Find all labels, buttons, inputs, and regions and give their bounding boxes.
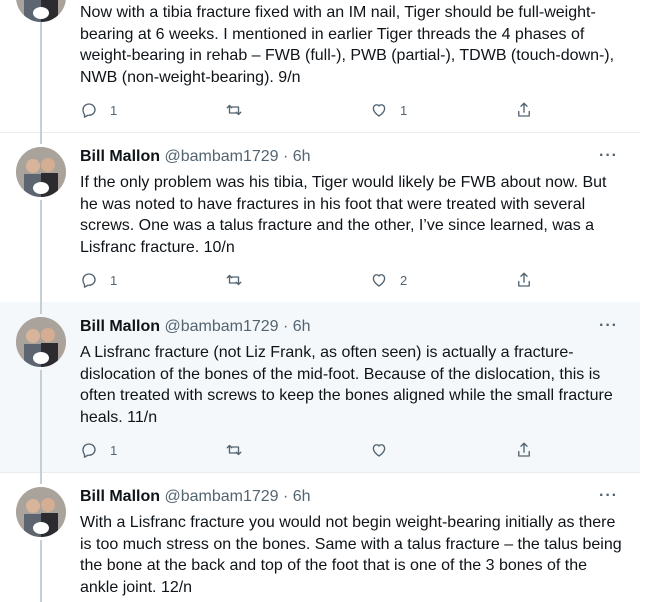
heart-icon [370,441,388,459]
tweet-text: Now with a tibia fracture fixed with an … [80,4,615,86]
more-icon[interactable]: ··· [599,487,618,505]
avatar[interactable] [16,147,66,197]
tweet-header: Bill Mallon @bambam1729 · 6h [80,148,311,166]
like-button[interactable]: 2 [370,270,407,290]
heart-icon [370,101,388,119]
author-handle[interactable]: @bambam1729 [164,148,278,165]
author-name[interactable]: Bill Mallon [80,488,160,505]
retweet-icon [225,101,243,119]
reply-count: 1 [110,442,118,458]
retweet-icon [225,441,243,459]
share-button[interactable] [515,100,533,120]
tweet-10[interactable]: Bill Mallon @bambam1729 · 6h ··· If the … [0,132,640,303]
tweet-header: Bill Mallon @bambam1729 · 6h [80,318,311,336]
share-button[interactable] [515,270,533,290]
retweet-button[interactable] [225,270,255,290]
tweet-12[interactable]: Bill Mallon @bambam1729 · 6h ··· With a … [0,472,640,602]
heart-icon [370,271,388,289]
reply-button[interactable]: 1 [80,270,117,290]
reply-icon [80,101,98,119]
reply-icon [80,441,98,459]
retweet-icon [225,271,243,289]
thread-line [40,540,42,602]
avatar[interactable] [16,317,66,367]
more-icon[interactable]: ··· [599,317,618,335]
retweet-button[interactable] [225,440,255,460]
tweet-text: With a Lisfranc fracture you would not b… [80,514,622,596]
like-button[interactable]: 1 [370,100,407,120]
avatar-photo [16,317,66,367]
avatar-photo [16,0,66,22]
share-icon [515,101,533,119]
thread-line [40,370,42,472]
like-count: 1 [400,102,408,118]
reply-button[interactable]: 1 [80,440,117,460]
avatar[interactable] [16,487,66,537]
share-icon [515,271,533,289]
tweet-9[interactable]: Now with a tibia fracture fixed with an … [0,0,640,133]
tweet-text: If the only problem was his tibia, Tiger… [80,174,607,256]
more-icon[interactable]: ··· [599,147,618,165]
reply-icon [80,271,98,289]
timestamp[interactable]: · 6h [283,148,311,165]
avatar-photo [16,147,66,197]
tweet-header: Bill Mallon @bambam1729 · 6h [80,488,311,506]
reply-button[interactable]: 1 [80,100,117,120]
reply-count: 1 [110,102,118,118]
thread-line [40,302,42,314]
share-button[interactable] [515,440,533,460]
avatar-photo [16,487,66,537]
like-count: 2 [400,272,408,288]
author-handle[interactable]: @bambam1729 [164,488,278,505]
author-name[interactable]: Bill Mallon [80,148,160,165]
timestamp[interactable]: · 6h [283,318,311,335]
thread-line [40,200,42,302]
tweet-11[interactable]: Bill Mallon @bambam1729 · 6h ··· A Lisfr… [0,302,640,473]
like-button[interactable] [370,440,400,460]
reply-count: 1 [110,272,118,288]
thread-line [40,132,42,144]
avatar[interactable] [16,0,66,22]
retweet-button[interactable] [225,100,255,120]
tweet-text: A Lisfranc fracture (not Liz Frank, as o… [80,344,613,426]
author-handle[interactable]: @bambam1729 [164,318,278,335]
thread-line [40,472,42,484]
timestamp[interactable]: · 6h [283,488,311,505]
share-icon [515,441,533,459]
author-name[interactable]: Bill Mallon [80,318,160,335]
